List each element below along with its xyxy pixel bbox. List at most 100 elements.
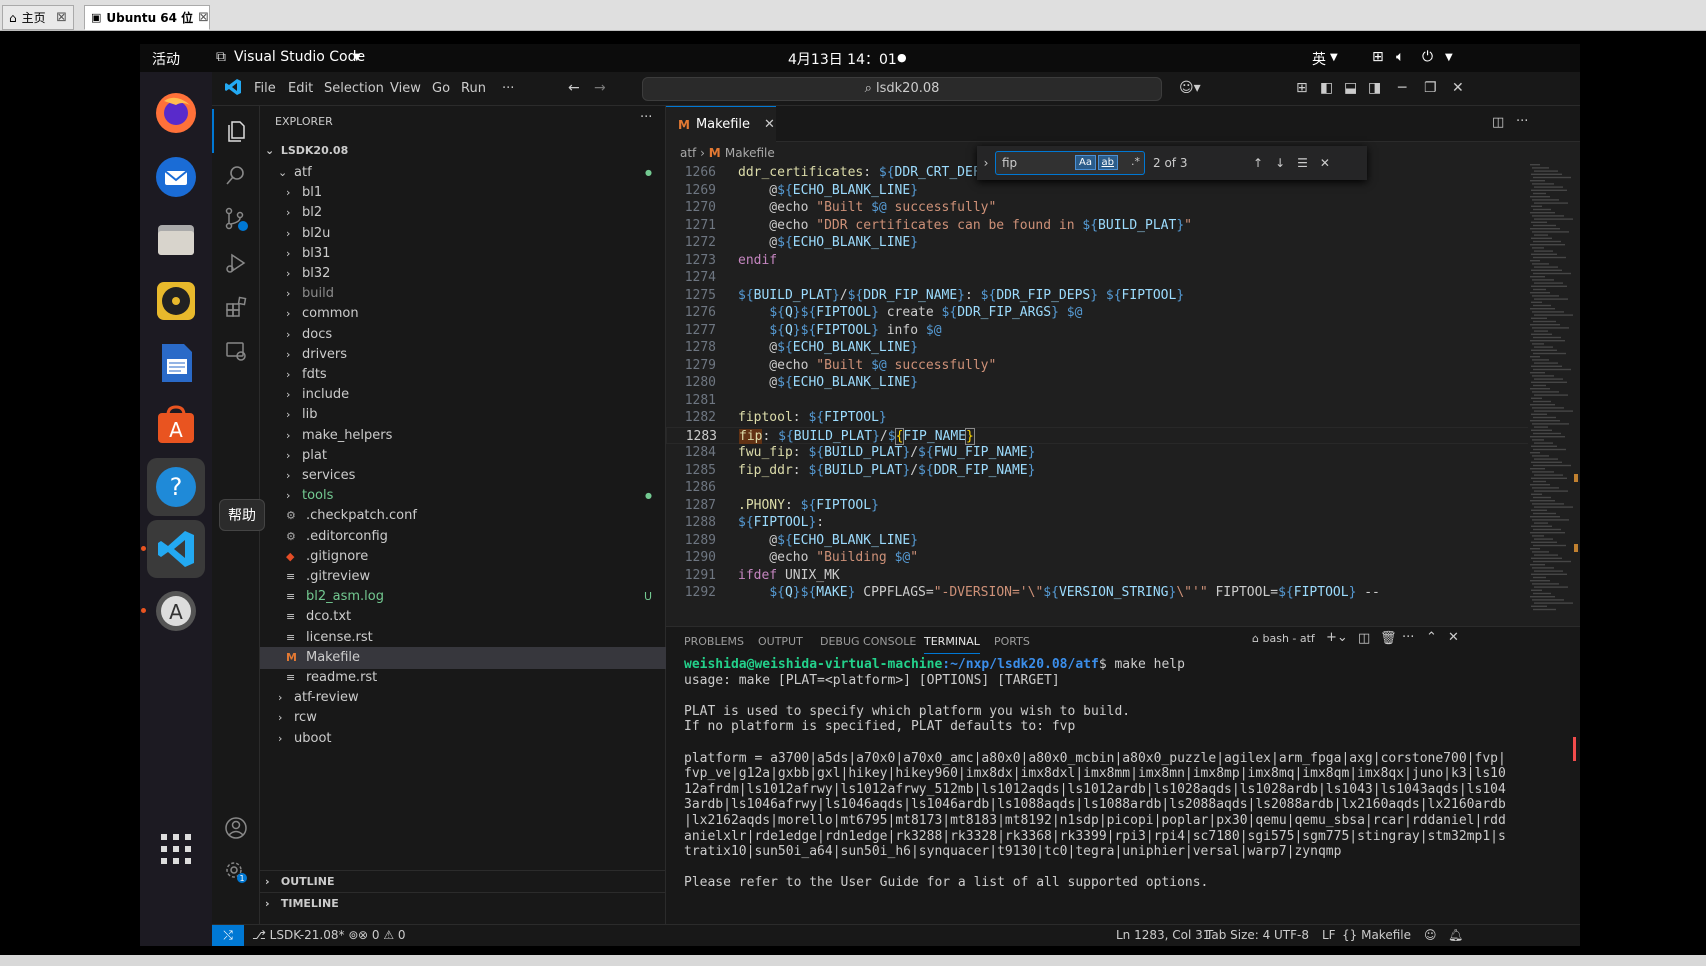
code-line[interactable]: 1280 @${ECHO_BLANK_LINE} bbox=[666, 374, 1566, 392]
toggle-panel-icon[interactable]: ⬓ bbox=[1344, 80, 1357, 96]
tree-item[interactable]: ≡ dco.txt bbox=[260, 606, 666, 628]
code-line[interactable]: 1274 bbox=[666, 269, 1566, 287]
end-of-line[interactable]: LF bbox=[1322, 928, 1336, 942]
network-icon[interactable]: ⊞ bbox=[1372, 49, 1384, 65]
bell-icon[interactable]: 🔔︎ bbox=[1448, 928, 1463, 942]
close-icon[interactable]: ⊠ bbox=[56, 10, 67, 25]
manage-gear-icon[interactable]: 1 bbox=[212, 850, 260, 894]
tree-item[interactable]: › uboot bbox=[260, 728, 666, 750]
cursor-position[interactable]: Ln 1283, Col 31 bbox=[1116, 928, 1210, 942]
close-icon[interactable]: ✕ bbox=[764, 117, 775, 132]
restore-icon[interactable]: ❐ bbox=[1424, 80, 1437, 96]
source-control-icon[interactable] bbox=[212, 197, 260, 241]
code-line[interactable]: 1290 @echo "Building $@" bbox=[666, 549, 1566, 567]
tree-item[interactable]: › fdts bbox=[260, 364, 666, 386]
code-line[interactable]: 1275 ${BUILD_PLAT}/${DDR_FIP_NAME}: ${DDR… bbox=[666, 287, 1566, 305]
more-actions-icon[interactable]: ··· bbox=[640, 110, 652, 125]
close-icon[interactable]: ✕ bbox=[1320, 156, 1330, 170]
command-center[interactable]: ⌕ lsdk20.08 bbox=[642, 77, 1162, 101]
timeline-section[interactable]: › TIMELINE bbox=[260, 892, 666, 914]
more-actions-icon[interactable]: ··· bbox=[1516, 114, 1528, 129]
code-line[interactable]: 1278 @${ECHO_BLANK_LINE} bbox=[666, 339, 1566, 357]
code-line[interactable]: 1285 fip_ddr: ${BUILD_PLAT}/${DDR_FIP_NAM… bbox=[666, 462, 1566, 480]
previous-match-icon[interactable]: ↑ bbox=[1253, 156, 1263, 170]
help-icon[interactable]: ? bbox=[147, 458, 205, 516]
input-method[interactable]: 英 bbox=[1312, 49, 1326, 69]
match-case-toggle[interactable]: Aa bbox=[1075, 155, 1096, 170]
tree-item[interactable]: › common bbox=[260, 303, 666, 325]
app-menu[interactable]: Visual Studio Code bbox=[234, 49, 365, 65]
code-line[interactable]: 1277 ${Q}${FIPTOOL} info $@ bbox=[666, 322, 1566, 340]
menu-file[interactable]: File bbox=[254, 81, 276, 96]
outline-section[interactable]: › OUTLINE bbox=[260, 870, 666, 892]
run-debug-icon[interactable] bbox=[212, 241, 260, 285]
code-line[interactable]: 1284 fwu_fip: ${BUILD_PLAT}/${FWU_FIP_NAM… bbox=[666, 444, 1566, 462]
tab-debug-console[interactable]: DEBUG CONSOLE bbox=[820, 635, 916, 648]
breadcrumb-folder[interactable]: atf bbox=[680, 146, 696, 160]
power-icon[interactable]: ⏻ bbox=[1422, 49, 1433, 65]
close-icon[interactable]: ✕ bbox=[1452, 80, 1464, 96]
minimize-icon[interactable]: ─ bbox=[1398, 80, 1406, 96]
code-line[interactable]: 1279 @echo "Built $@ successfully" bbox=[666, 357, 1566, 375]
tree-item[interactable]: ≡ bl2_asm.log U bbox=[260, 586, 666, 608]
new-terminal-icon[interactable]: +⌄ bbox=[1326, 630, 1348, 645]
vm-screen[interactable]: 活动 ⧉ Visual Studio Code ▼ 4月13日 14：01 ● … bbox=[140, 44, 1580, 946]
tree-item[interactable]: M Makefile bbox=[260, 646, 666, 669]
find-input[interactable]: fip Aa ab .* bbox=[995, 151, 1145, 175]
code-line[interactable]: 1276 ${Q}${FIPTOOL} create ${DDR_FIP_ARG… bbox=[666, 304, 1566, 322]
trash-icon[interactable]: 🗑︎ bbox=[1380, 631, 1397, 646]
code-line[interactable]: 1288 ${FIPTOOL}: bbox=[666, 514, 1566, 532]
extensions-icon[interactable] bbox=[212, 285, 260, 329]
forward-arrow-icon[interactable]: → bbox=[594, 80, 606, 96]
tree-item[interactable]: › bl1 bbox=[260, 182, 666, 204]
thunderbird-icon[interactable] bbox=[147, 148, 205, 206]
minimap[interactable] bbox=[1528, 164, 1580, 626]
tree-item[interactable]: › build bbox=[260, 283, 666, 305]
toggle-replace-icon[interactable]: › bbox=[977, 156, 995, 170]
firefox-icon[interactable] bbox=[147, 84, 205, 142]
code-line[interactable]: 1286 bbox=[666, 479, 1566, 497]
tree-item[interactable]: ≡ license.rst bbox=[260, 627, 666, 649]
code-line[interactable]: 1287 .PHONY: ${FIPTOOL} bbox=[666, 497, 1566, 515]
tab-makefile[interactable]: M Makefile ✕ bbox=[666, 106, 776, 142]
explorer-icon[interactable] bbox=[212, 109, 260, 153]
vscode-icon[interactable] bbox=[147, 520, 205, 578]
code-line[interactable]: 1270 @echo "Built $@ successfully" bbox=[666, 199, 1566, 217]
encoding[interactable]: UTF-8 bbox=[1274, 928, 1309, 942]
code-line[interactable]: 1271 @echo "DDR certificates can be foun… bbox=[666, 217, 1566, 235]
tree-item[interactable]: ⌄ atf ● bbox=[260, 162, 666, 184]
tree-item[interactable]: › make_helpers bbox=[260, 425, 666, 447]
customize-layout-icon[interactable]: ⊞ bbox=[1296, 80, 1308, 96]
maximize-panel-icon[interactable]: ⌃ bbox=[1426, 630, 1437, 645]
clock[interactable]: 4月13日 14：01 bbox=[788, 49, 897, 69]
code-line[interactable]: 1292 ${Q}${MAKE} CPPFLAGS="-DVERSION='\"… bbox=[666, 584, 1566, 602]
tree-item[interactable]: ◆ .gitignore bbox=[260, 546, 666, 568]
tree-item[interactable]: ⚙ .checkpatch.conf bbox=[260, 505, 666, 527]
tree-item[interactable]: › services bbox=[260, 465, 666, 487]
problems-indicator[interactable]: ⊗ 0 ⚠ 0 bbox=[358, 928, 406, 942]
toggle-secondary-sidebar-icon[interactable]: ◨ bbox=[1368, 80, 1381, 96]
whole-word-toggle[interactable]: ab bbox=[1097, 155, 1118, 170]
regex-toggle[interactable]: .* bbox=[1131, 155, 1140, 168]
code-line[interactable]: 1281 bbox=[666, 392, 1566, 410]
tree-item[interactable]: › drivers bbox=[260, 344, 666, 366]
next-match-icon[interactable]: ↓ bbox=[1275, 156, 1285, 170]
language-mode[interactable]: {} Makefile bbox=[1342, 928, 1411, 942]
remote-indicator-icon[interactable]: ⤭ bbox=[212, 925, 244, 946]
tree-item[interactable]: › atf-review bbox=[260, 687, 666, 709]
search-icon[interactable] bbox=[212, 153, 260, 197]
tree-item[interactable]: › docs bbox=[260, 324, 666, 346]
files-icon[interactable] bbox=[147, 210, 205, 268]
rhythmbox-icon[interactable] bbox=[147, 272, 205, 330]
tree-item[interactable]: › tools ● bbox=[260, 485, 666, 507]
host-tab-ubuntu[interactable]: ▣ Ubuntu 64 位 ⊠ bbox=[84, 5, 210, 30]
activities-button[interactable]: 活动 bbox=[152, 49, 180, 69]
tree-item[interactable]: › include bbox=[260, 384, 666, 406]
tab-ports[interactable]: PORTS bbox=[994, 635, 1030, 648]
tree-item[interactable]: › bl32 bbox=[260, 263, 666, 285]
copilot-icon[interactable]: ☺▾ bbox=[1179, 80, 1201, 96]
menu-more[interactable]: ··· bbox=[502, 81, 514, 96]
code-line[interactable]: 1282 fiptool: ${FIPTOOL} bbox=[666, 409, 1566, 427]
tree-item[interactable]: › lib bbox=[260, 404, 666, 426]
tab-terminal[interactable]: TERMINAL bbox=[924, 635, 980, 654]
